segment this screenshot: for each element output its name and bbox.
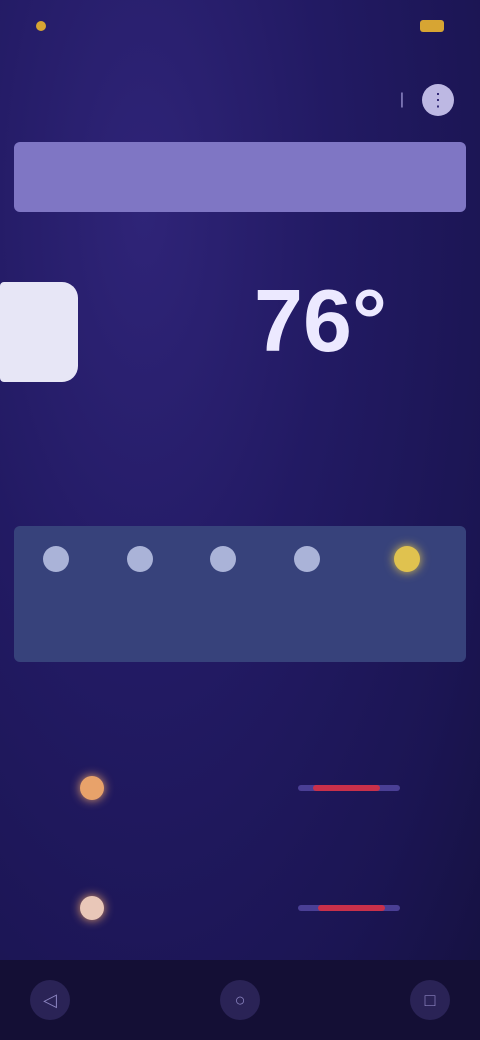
header: | ⋮ <box>62 84 454 116</box>
daily-row-1[interactable] <box>20 768 450 808</box>
moon-icon <box>293 546 320 572</box>
city-title <box>14 142 466 212</box>
temperature-range-fill <box>318 905 385 911</box>
battery-icon <box>420 20 444 32</box>
status-right <box>412 20 444 32</box>
header-actions: | ⋮ <box>400 84 454 116</box>
hourly-forecast[interactable] <box>14 526 466 662</box>
current-conditions: 76° <box>0 270 480 400</box>
home-icon[interactable]: ○ <box>220 980 260 1020</box>
temperature-range-bar <box>298 785 400 791</box>
recents-icon[interactable]: □ <box>410 980 450 1020</box>
forecast-hour-1[interactable] <box>14 526 98 662</box>
list-icon[interactable]: | <box>400 91 404 109</box>
temperature-range-bar <box>298 905 400 911</box>
bottom-nav: ◁ ○ □ <box>0 960 480 1040</box>
sun-icon <box>80 896 104 920</box>
status-left <box>36 21 54 31</box>
daily-row-2[interactable] <box>20 888 450 928</box>
temperature-range-fill <box>313 785 380 791</box>
sun-icon <box>394 546 421 572</box>
moon-icon <box>210 546 237 572</box>
more-icon[interactable]: ⋮ <box>422 84 454 116</box>
moon-icon <box>42 546 69 572</box>
moon-icon <box>126 546 153 572</box>
forecast-hour-3[interactable] <box>181 526 265 662</box>
notification-dot-icon <box>36 21 46 31</box>
back-icon[interactable]: ◁ <box>30 980 70 1020</box>
forecast-hour-5[interactable] <box>349 526 466 662</box>
cloud-icon <box>0 282 78 382</box>
status-bar <box>0 0 480 52</box>
current-temperature: 76° <box>254 271 388 370</box>
forecast-hour-4[interactable] <box>265 526 349 662</box>
sun-icon <box>80 776 104 800</box>
forecast-hour-2[interactable] <box>98 526 182 662</box>
